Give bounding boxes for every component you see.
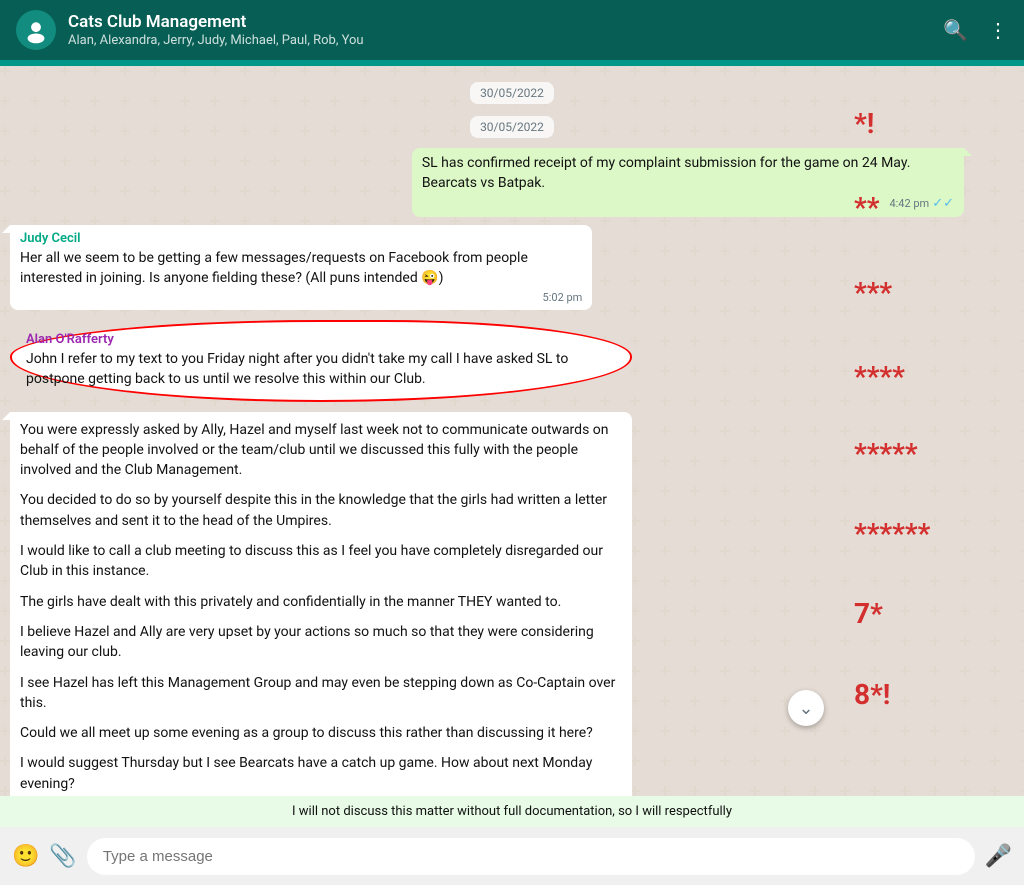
alan-para-6: I see Hazel has left this Management Gro… [20,673,622,714]
scroll-down-button[interactable]: ⌄ [788,690,824,726]
attachment-icon[interactable]: 📎 [49,844,76,869]
sent-message-text: SL has confirmed receipt of my complaint… [422,154,954,193]
alan-para-1: You were expressly asked by Ally, Hazel … [20,420,622,481]
alan-para-2: You decided to do so by yourself despite… [20,490,622,531]
chat-area: 30/05/2022 30/05/2022 SL has confirmed r… [0,66,1024,796]
alan-para-7: Could we all meet up some evening as a g… [20,723,622,743]
microphone-icon[interactable]: 🎤 [985,844,1012,869]
date-badge-2: 30/05/2022 [470,116,554,138]
emoji-icon[interactable]: 🙂 [12,844,39,869]
chat-inner: 30/05/2022 30/05/2022 SL has confirmed r… [0,76,1024,796]
alan-long-text: You were expressly asked by Ally, Hazel … [20,420,622,794]
alan-para-4: The girls have dealt with this privately… [20,592,622,612]
header-info: Cats Club Management Alan, Alexandra, Je… [68,12,943,48]
hint-bar: I will not discuss this matter without f… [0,796,1024,827]
date-badge-1: 30/05/2022 [470,82,554,104]
alan-para-3: I would like to call a club meeting to d… [20,541,622,582]
sent-message-time: 4:42 pm ✓✓ [422,196,954,211]
message-input[interactable] [87,838,975,875]
judy-message-time: 5:02 pm [20,291,582,304]
judy-message-text: Her all we seem to be getting a few mess… [20,249,582,288]
alan-long-message: You were expressly asked by Ally, Hazel … [10,412,632,796]
sent-message: SL has confirmed receipt of my complaint… [412,148,964,217]
alan-sender-name: Alan O'Rafferty [26,332,616,347]
chat-participants: Alan, Alexandra, Jerry, Judy, Michael, P… [68,33,943,48]
alan-highlighted-container: Alan O'Rafferty John I refer to my text … [10,320,632,401]
double-tick-icon: ✓✓ [932,196,954,211]
header-actions: 🔍 ⋮ [943,18,1008,42]
judy-message: Judy Cecil Her all we seem to be getting… [10,225,592,310]
more-options-icon[interactable]: ⋮ [988,18,1008,42]
alan-highlighted-text: John I refer to my text to you Friday ni… [26,350,616,389]
input-bar: 🙂 📎 🎤 [0,827,1024,885]
group-avatar [16,10,56,50]
search-icon[interactable]: 🔍 [943,18,968,42]
judy-sender-name: Judy Cecil [20,231,582,246]
alan-para-8: I would suggest Thursday but I see Bearc… [20,753,622,794]
chevron-down-icon: ⌄ [798,698,813,719]
chat-title: Cats Club Management [68,12,943,32]
alan-highlighted-message: Alan O'Rafferty John I refer to my text … [10,320,632,401]
alan-para-5: I believe Hazel and Ally are very upset … [20,622,622,663]
chat-header: Cats Club Management Alan, Alexandra, Je… [0,0,1024,60]
chat-wrapper: 30/05/2022 30/05/2022 SL has confirmed r… [0,66,1024,827]
